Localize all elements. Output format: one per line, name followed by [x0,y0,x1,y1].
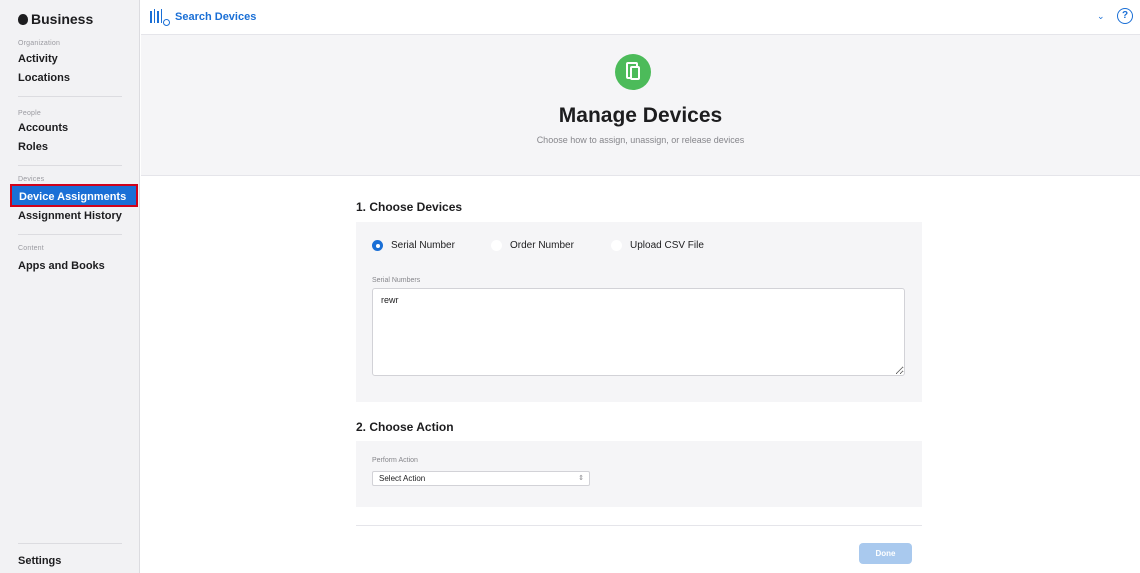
sidebar: Business Organization Activity Locations… [0,0,140,573]
brand-logo[interactable]: Business [18,11,93,27]
radio-dot [611,240,622,251]
choose-action-panel: Perform Action Select Action ⇕ [356,441,922,507]
radio-dot [491,240,502,251]
sidebar-divider [18,234,122,235]
select-value: Select Action [379,474,426,483]
sidebar-item-activity[interactable]: Activity [18,53,58,65]
section-label-people: People [18,110,41,117]
sidebar-item-apps-and-books[interactable]: Apps and Books [18,260,105,272]
apple-icon [18,14,28,25]
serial-numbers-input[interactable] [372,288,905,376]
section-label-devices: Devices [18,176,45,183]
perform-action-select[interactable]: Select Action ⇕ [372,471,590,486]
step-choose-action-title: 2. Choose Action [356,420,454,434]
sidebar-divider [18,165,122,166]
select-arrows-icon: ⇕ [578,475,584,482]
barcode-search-icon [149,8,171,26]
sidebar-item-locations[interactable]: Locations [18,72,70,84]
radio-upload-csv[interactable]: Upload CSV File [611,240,704,251]
perform-action-label: Perform Action [372,457,418,464]
search-devices-label: Search Devices [175,11,257,23]
sidebar-item-device-assignments[interactable]: Device Assignments [10,184,138,207]
radio-label: Order Number [510,240,574,251]
sidebar-divider [18,543,122,544]
sidebar-item-settings[interactable]: Settings [18,555,61,567]
sidebar-divider [18,96,122,97]
step-choose-devices-title: 1. Choose Devices [356,200,463,214]
page-header: Manage Devices Choose how to assign, una… [141,35,1140,176]
radio-dot-selected [372,240,383,251]
section-label-content: Content [18,245,44,252]
footer-divider [356,525,922,526]
search-devices-button[interactable]: Search Devices [149,8,256,26]
sidebar-item-roles[interactable]: Roles [18,141,48,153]
help-icon[interactable]: ? [1117,8,1133,24]
radio-label: Upload CSV File [630,240,704,251]
radio-order-number[interactable]: Order Number [491,240,574,251]
chevron-down-icon[interactable]: ⌄ [1097,11,1105,22]
section-label-organization: Organization [18,40,61,47]
brand-label: Business [31,11,94,27]
serial-numbers-label: Serial Numbers [372,277,421,284]
page-subtitle: Choose how to assign, unassign, or relea… [536,135,745,145]
devices-icon [615,54,651,90]
choose-devices-panel: Serial Number Order Number Upload CSV Fi… [356,222,922,402]
sidebar-item-assignment-history[interactable]: Assignment History [18,210,122,222]
sidebar-item-accounts[interactable]: Accounts [18,122,68,134]
radio-serial-number[interactable]: Serial Number [372,240,455,251]
top-bar: Search Devices ⌄ ? [141,0,1140,35]
page-title: Manage Devices [558,104,723,127]
done-button[interactable]: Done [859,543,912,564]
radio-label: Serial Number [391,240,455,251]
